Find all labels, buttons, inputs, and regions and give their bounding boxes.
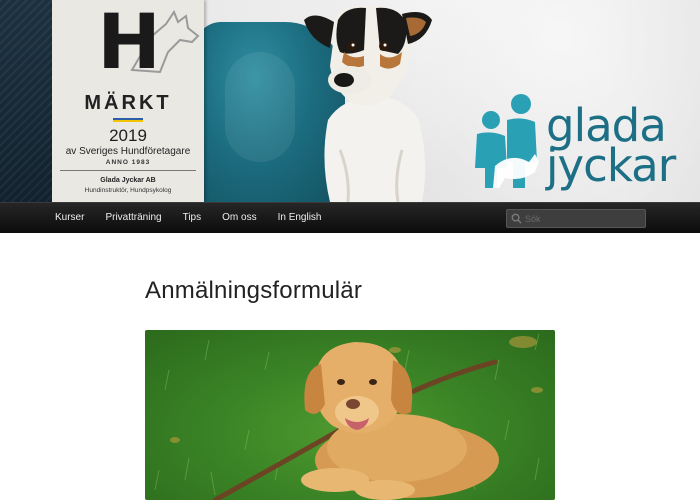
badge-mark-text: MÄRKT xyxy=(84,92,172,114)
badge-anno: ANNO 1983 xyxy=(105,159,151,166)
search-icon[interactable] xyxy=(511,213,522,224)
nav-item-kurser[interactable]: Kurser xyxy=(45,203,95,234)
main-nav: Kurser Privatträning Tips Om oss In Engl… xyxy=(0,202,700,233)
logo-line-2: jyckar xyxy=(546,139,676,192)
search-input[interactable] xyxy=(525,211,641,226)
badge-year: 2019 xyxy=(109,126,147,145)
nav-item-privattraning[interactable]: Privatträning xyxy=(95,203,172,234)
blanket-image xyxy=(0,0,60,202)
puppy-photo xyxy=(145,330,555,500)
nav-item-om-oss[interactable]: Om oss xyxy=(212,203,267,234)
page-title: Anmälningsformulär xyxy=(145,277,363,304)
dog-photo xyxy=(304,5,432,202)
search-box[interactable] xyxy=(506,209,646,228)
puppy-illustration xyxy=(154,333,543,500)
badge-divider xyxy=(60,170,196,171)
badge-roles: Hundinstruktör, Hundpsykolog xyxy=(84,187,172,194)
h-markt-badge: H MÄRKT 2019 av Sveriges Hundföretagare … xyxy=(52,0,204,202)
main-content: Anmälningsformulär xyxy=(145,233,555,500)
badge-issuer: av Sveriges Hundföretagare xyxy=(65,146,191,157)
nav-item-in-english[interactable]: In English xyxy=(268,203,333,234)
header-banner[interactable]: H MÄRKT 2019 av Sveriges Hundföretagare … xyxy=(0,0,700,202)
badge-company: Glada Jyckar AB xyxy=(100,177,156,184)
swedish-flag-stripe xyxy=(113,118,143,122)
badge-letter: H xyxy=(97,0,161,86)
nav-menu: Kurser Privatträning Tips Om oss In Engl… xyxy=(45,203,333,234)
site-logo-text[interactable]: glada jyckar xyxy=(546,103,676,192)
nav-item-tips[interactable]: Tips xyxy=(173,203,213,234)
